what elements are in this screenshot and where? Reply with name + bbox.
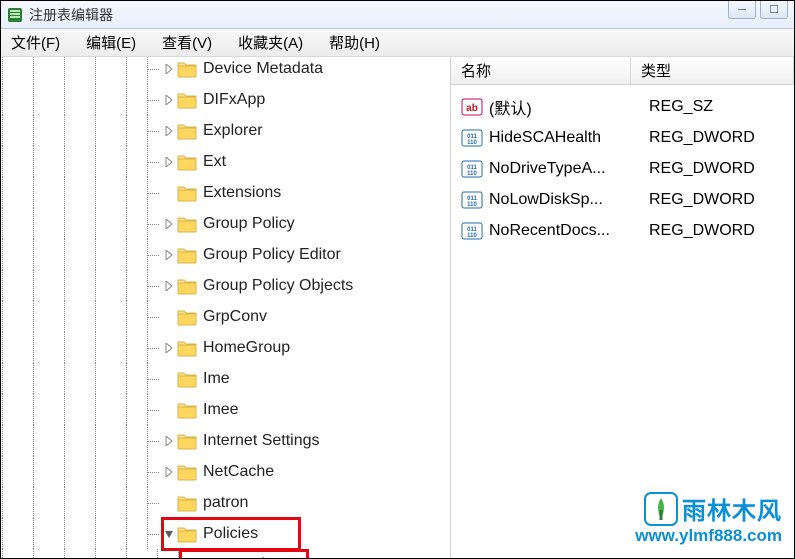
svg-text:110: 110 bbox=[467, 140, 477, 146]
list-row[interactable]: 011110NoRecentDocs...REG_DWORD bbox=[451, 215, 794, 246]
tree-item[interactable]: Explorer bbox=[1, 115, 353, 146]
content: Device Metadata DIFxApp Explorer Ext Extensi… bbox=[1, 57, 794, 558]
menu-help[interactable]: 帮助(H) bbox=[329, 32, 380, 53]
svg-text:110: 110 bbox=[467, 171, 477, 177]
value-type: REG_DWORD bbox=[639, 129, 755, 147]
tree-item[interactable]: Policies bbox=[1, 518, 353, 549]
value-type: REG_DWORD bbox=[639, 191, 755, 209]
expander-icon[interactable] bbox=[163, 404, 175, 416]
tree-item-label: NetCache bbox=[203, 463, 274, 481]
tree-item[interactable]: DIFxApp bbox=[1, 84, 353, 115]
expander-icon[interactable] bbox=[163, 280, 175, 292]
tree-item[interactable]: Group Policy bbox=[1, 208, 353, 239]
svg-text:ab: ab bbox=[466, 103, 478, 114]
list-row[interactable]: ab (默认)REG_SZ bbox=[451, 91, 794, 122]
tree-item-label: Explorer bbox=[203, 122, 263, 140]
tree-item[interactable]: Ime bbox=[1, 363, 353, 394]
list-row[interactable]: 011110NoDriveTypeA...REG_DWORD bbox=[451, 153, 794, 184]
tree-item[interactable]: patron bbox=[1, 487, 353, 518]
tree-item[interactable]: GrpConv bbox=[1, 301, 353, 332]
expander-icon[interactable] bbox=[163, 373, 175, 385]
tree-item[interactable]: Extensions bbox=[1, 177, 353, 208]
expander-icon[interactable] bbox=[163, 249, 175, 261]
value-name: (默认) bbox=[489, 95, 639, 119]
tree-item-label: Device Metadata bbox=[203, 60, 323, 78]
window-controls: ─ ☐ bbox=[728, 1, 788, 19]
tree-item[interactable]: Device Metadata bbox=[1, 57, 353, 84]
tree-item-label: Group Policy bbox=[203, 215, 295, 233]
list-row[interactable]: 011110HideSCAHealthREG_DWORD bbox=[451, 122, 794, 153]
column-header-type[interactable]: 类型 bbox=[631, 57, 794, 84]
list-row[interactable]: 011110NoLowDiskSp...REG_DWORD bbox=[451, 184, 794, 215]
expander-icon[interactable] bbox=[163, 528, 175, 540]
expander-icon[interactable] bbox=[163, 94, 175, 106]
watermark-text: 雨林木风 bbox=[682, 491, 782, 526]
value-name: HideSCAHealth bbox=[489, 129, 639, 147]
menu-file[interactable]: 文件(F) bbox=[11, 32, 60, 53]
tree-item[interactable]: HomeGroup bbox=[1, 332, 353, 363]
expander-icon[interactable] bbox=[163, 218, 175, 230]
expander-icon[interactable] bbox=[163, 311, 175, 323]
tree-item[interactable]: Ext bbox=[1, 146, 353, 177]
menu-favorites[interactable]: 收藏夹(A) bbox=[238, 32, 303, 53]
tree-item[interactable]: Group Policy Objects bbox=[1, 270, 353, 301]
tree-item-label: Policies bbox=[203, 525, 258, 543]
tree-item-label: Group Policy Objects bbox=[203, 277, 353, 295]
tree-item-label: patron bbox=[203, 494, 248, 512]
maximize-button[interactable]: ☐ bbox=[760, 1, 788, 19]
tree-item-label: HomeGroup bbox=[203, 339, 290, 357]
value-type: REG_DWORD bbox=[639, 160, 755, 178]
tree-item-label: GrpConv bbox=[203, 308, 267, 326]
expander-icon[interactable] bbox=[163, 466, 175, 478]
tree-item[interactable]: Explorer bbox=[1, 549, 353, 558]
minimize-button[interactable]: ─ bbox=[728, 1, 756, 19]
expander-icon[interactable] bbox=[163, 435, 175, 447]
value-type: REG_SZ bbox=[639, 98, 713, 116]
tree-pane[interactable]: Device Metadata DIFxApp Explorer Ext Extensi… bbox=[1, 57, 451, 558]
svg-text:110: 110 bbox=[467, 202, 477, 208]
menu-edit[interactable]: 编辑(E) bbox=[86, 32, 136, 53]
tree-item[interactable]: Imee bbox=[1, 394, 353, 425]
tree-item-label: Imee bbox=[203, 401, 239, 419]
tree-item-label: Explorer bbox=[234, 556, 294, 559]
titlebar: 注册表编辑器 ─ ☐ bbox=[1, 1, 794, 29]
value-type: REG_DWORD bbox=[639, 222, 755, 240]
tree-item-label: Ext bbox=[203, 153, 226, 171]
svg-text:110: 110 bbox=[467, 233, 477, 239]
expander-icon[interactable] bbox=[163, 497, 175, 509]
tree-item[interactable]: NetCache bbox=[1, 456, 353, 487]
list-pane[interactable]: 名称 类型 ab(默认)REG_SZ011110HideSCAHealthREG… bbox=[451, 57, 794, 558]
tree-item-label: DIFxApp bbox=[203, 91, 265, 109]
column-header-name[interactable]: 名称 bbox=[451, 57, 631, 84]
tree-item[interactable]: Group Policy Editor bbox=[1, 239, 353, 270]
window-title: 注册表编辑器 bbox=[29, 5, 113, 25]
watermark-url: www.ylmf888.com bbox=[635, 526, 782, 546]
value-name: NoDriveTypeA... bbox=[489, 160, 639, 178]
regedit-icon bbox=[7, 7, 23, 23]
expander-icon[interactable] bbox=[163, 63, 175, 75]
tree-item-label: Group Policy Editor bbox=[203, 246, 341, 264]
menubar: 文件(F) 编辑(E) 查看(V) 收藏夹(A) 帮助(H) bbox=[1, 29, 794, 57]
list-header: 名称 类型 bbox=[451, 57, 794, 85]
tree-item-label: Ime bbox=[203, 370, 230, 388]
expander-icon[interactable] bbox=[163, 156, 175, 168]
menu-view[interactable]: 查看(V) bbox=[162, 32, 212, 53]
expander-icon[interactable] bbox=[163, 187, 175, 199]
value-name: NoRecentDocs... bbox=[489, 222, 639, 240]
watermark: 雨林木风 www.ylmf888.com bbox=[635, 491, 782, 546]
value-name: NoLowDiskSp... bbox=[489, 191, 639, 209]
expander-icon[interactable] bbox=[163, 125, 175, 137]
tree-item-label: Internet Settings bbox=[203, 432, 320, 450]
logo-icon bbox=[644, 492, 678, 526]
expander-icon[interactable] bbox=[163, 342, 175, 354]
tree-item-label: Extensions bbox=[203, 184, 281, 202]
tree-item[interactable]: Internet Settings bbox=[1, 425, 353, 456]
